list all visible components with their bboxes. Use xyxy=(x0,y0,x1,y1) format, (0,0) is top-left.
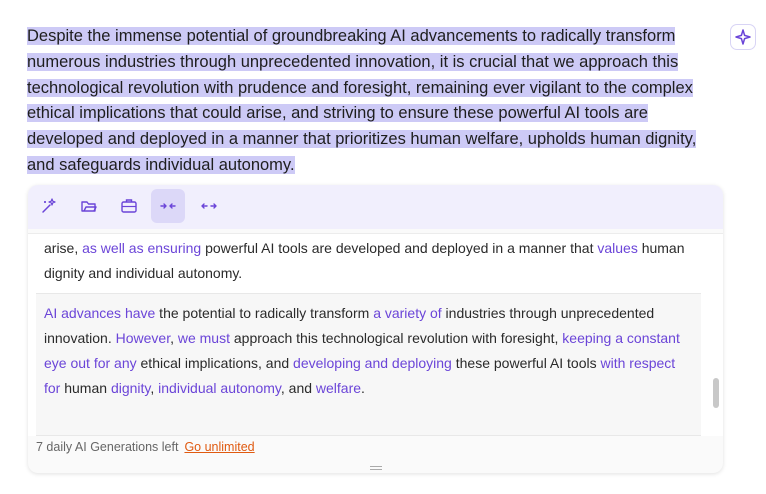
changed-text: as well as ensuring xyxy=(82,240,202,256)
folder-icon xyxy=(81,201,97,212)
improve-button[interactable] xyxy=(32,189,66,223)
changed-text: dignity xyxy=(110,380,151,396)
suggestion-text: , xyxy=(170,330,178,346)
suggestion-item[interactable]: arise, as well as ensuring powerful AI t… xyxy=(36,236,701,286)
shorten-icon xyxy=(160,203,176,209)
scrollbar-thumb[interactable] xyxy=(713,378,719,408)
suggestion-item[interactable]: AI advances have the potential to radica… xyxy=(36,293,701,436)
expand-button[interactable] xyxy=(192,189,226,223)
changed-text: developing and deploying xyxy=(293,355,452,371)
expand-icon xyxy=(201,203,217,209)
suggestion-text: , xyxy=(150,380,159,396)
changed-text: a variety of xyxy=(373,305,442,321)
changed-text: AI advances have xyxy=(44,305,156,321)
rewrite-toolbar xyxy=(28,185,723,229)
changed-text: we must xyxy=(177,330,230,346)
usage-footer: 7 daily AI Generations left Go unlimited xyxy=(36,440,255,454)
suggestions-list[interactable]: arise, as well as ensuring powerful AI t… xyxy=(28,233,723,436)
suggestion-text: arise, xyxy=(44,240,83,256)
changed-text: values xyxy=(597,240,638,256)
changed-text: welfare xyxy=(315,380,362,396)
suggestion-text: human xyxy=(60,380,111,396)
go-unlimited-link[interactable]: Go unlimited xyxy=(184,440,254,454)
suggestion-text: powerful AI tools are developed and depl… xyxy=(201,240,598,256)
shorten-button[interactable] xyxy=(151,189,185,223)
resize-handle[interactable] xyxy=(370,466,382,470)
formal-button[interactable] xyxy=(112,189,146,223)
suggestion-text: approach this technological revolution w… xyxy=(229,330,563,346)
suggestion-text: the potential to radically transform xyxy=(155,305,374,321)
changed-text: However xyxy=(115,330,171,346)
sparkle-icon xyxy=(735,29,751,45)
suggestion-text: these powerful AI tools xyxy=(451,355,601,371)
changed-text: individual autonomy xyxy=(158,380,281,396)
rewrite-panel: arise, as well as ensuring powerful AI t… xyxy=(28,185,723,473)
suggestion-text: , and xyxy=(280,380,316,396)
text-highlight: Despite the immense potential of groundb… xyxy=(27,27,697,174)
suggestion-text: . xyxy=(361,380,365,396)
briefcase-icon xyxy=(121,199,137,213)
generations-left-label: 7 daily AI Generations left xyxy=(36,440,179,454)
casual-button[interactable] xyxy=(72,189,106,223)
magic-wand-icon xyxy=(42,198,56,213)
ai-assistant-button[interactable] xyxy=(730,24,756,50)
suggestion-text: ethical implications, and xyxy=(136,355,294,371)
selected-text[interactable]: Despite the immense potential of groundb… xyxy=(27,24,727,179)
